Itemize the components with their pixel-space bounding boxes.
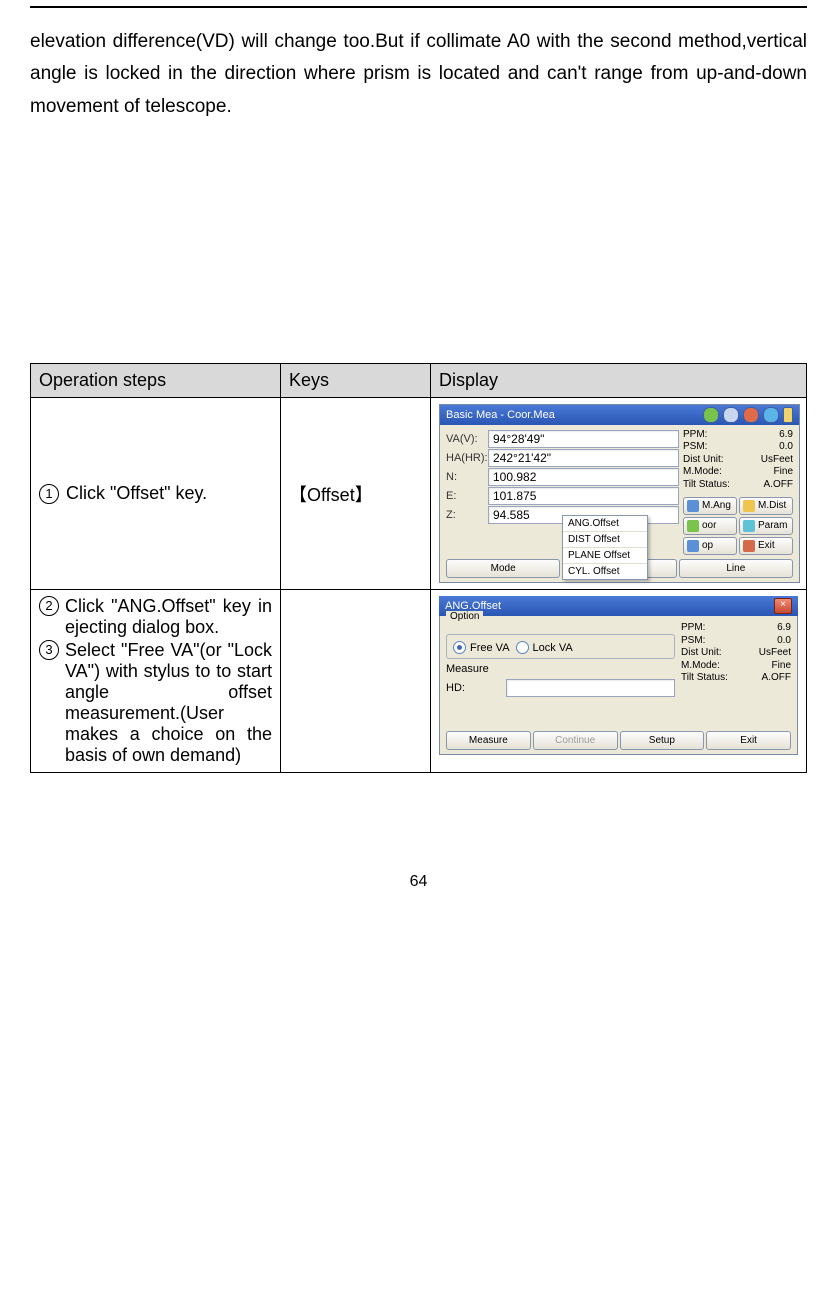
dialog-titlebar: ANG.Offset × [439,596,798,616]
mmode-value: Fine [774,466,793,479]
step2-num: 2 [39,596,59,616]
stats-panel: PPM: 6.9 PSM: 0.0 Dist Unit: UsFeet M.Mode:… [681,622,791,685]
tiltstatus-value: A.OFF [764,479,793,492]
step3-num: 3 [39,640,59,660]
param-button[interactable]: Param [739,517,793,535]
measure-button[interactable]: Measure [446,731,531,750]
lock-va-radio[interactable]: Lock VA [516,641,573,654]
row1-keys: 【Offset】 [281,397,431,590]
measure-label: Measure [446,663,500,675]
step3-text: Select "Free VA"(or "Lock VA") with styl… [65,640,272,766]
col-header-op: Operation steps [31,363,281,397]
hahr-value: 242°21'42" [488,449,679,467]
psm-value: 0.0 [779,441,793,454]
step1-text: Click "Offset" key. [66,483,207,503]
option-group-title: Option [446,611,483,622]
tiltstatus-label: Tilt Status: [681,672,728,685]
offset-menu-plane[interactable]: PLANE Offset [563,547,647,563]
col-header-keys: Keys [281,363,431,397]
tiltstatus-label: Tilt Status: [683,479,730,492]
mdist-button[interactable]: M.Dist [739,497,793,515]
mode-tab[interactable]: Mode [446,559,560,578]
e-value: 101.875 [488,487,679,505]
psm-label: PSM: [681,635,705,648]
op-button[interactable]: op [683,537,737,555]
stats-panel: PPM: 6.9 PSM: 0.0 Dist Unit: UsFeet M.Mode:… [683,429,793,556]
coor-mea-window: Basic Mea - Coor.Mea VA(V): [439,404,800,584]
titlebar-icon [743,407,759,423]
distunit-value: UsFeet [759,647,791,660]
titlebar-icon [723,407,739,423]
step2-text: Click "ANG.Offset" key in ejecting dialo… [65,596,272,638]
page-rule [30,6,807,8]
page-number: 64 [30,873,807,891]
row2-keys [281,590,431,773]
mang-button[interactable]: M.Ang [683,497,737,515]
bluetooth-icon [763,407,779,423]
continue-button: Continue [533,731,618,750]
ang-offset-dialog: ANG.Offset × Option Free VA [439,596,798,755]
offset-menu-cyl[interactable]: CYL. Offset [563,563,647,579]
row1-display: Basic Mea - Coor.Mea VA(V): [431,397,807,590]
col-header-display: Display [431,363,807,397]
close-icon[interactable]: × [774,598,792,614]
window-titlebar: Basic Mea - Coor.Mea [440,405,799,425]
psm-value: 0.0 [777,635,791,648]
tiltstatus-value: A.OFF [762,672,791,685]
offset-menu-ang[interactable]: ANG.Offset [563,516,647,531]
operation-table: Operation steps Keys Display 1 Click "Of… [30,363,807,774]
hd-value [506,679,675,697]
battery-icon [783,407,793,423]
distunit-label: Dist Unit: [681,647,722,660]
line-tab[interactable]: Line [679,559,793,578]
n-value: 100.982 [488,468,679,486]
bottom-tabs: Mode OCC PT Line ANG.Offset DIST Offset … [440,557,799,582]
ppm-value: 6.9 [777,622,791,635]
titlebar-icon [703,407,719,423]
row2-display: ANG.Offset × Option Free VA [431,590,807,773]
exit-button[interactable]: Exit [739,537,793,555]
free-va-radio[interactable]: Free VA [453,641,510,654]
radio-icon [453,641,466,654]
ppm-label: PPM: [683,429,707,442]
vav-value: 94°28'49" [488,430,679,448]
vav-label: VA(V): [446,433,488,445]
mmode-label: M.Mode: [681,660,720,673]
step1-num: 1 [39,484,59,504]
ppm-value: 6.9 [779,429,793,442]
window-title: Basic Mea - Coor.Mea [446,409,555,421]
distunit-value: UsFeet [761,454,793,467]
step2-3-cell: 2 Click "ANG.Offset" key in ejecting dia… [31,590,281,773]
mmode-label: M.Mode: [683,466,722,479]
option-group: Free VA Lock VA [446,634,675,659]
exit-button[interactable]: Exit [706,731,791,750]
radio-icon [516,641,529,654]
ppm-label: PPM: [681,622,705,635]
body-paragraph: elevation difference(VD) will change too… [30,26,807,123]
z-label: Z: [446,509,488,521]
distunit-label: Dist Unit: [683,454,724,467]
e-label: E: [446,490,488,502]
dialog-bottom-tabs: Measure Continue Setup Exit [446,731,791,750]
offset-menu-dist[interactable]: DIST Offset [563,531,647,547]
coor-button[interactable]: oor [683,517,737,535]
psm-label: PSM: [683,441,707,454]
setup-button[interactable]: Setup [620,731,705,750]
n-label: N: [446,471,488,483]
step1-cell: 1 Click "Offset" key. [31,397,281,590]
mmode-value: Fine [772,660,791,673]
hd-label: HD: [446,682,500,694]
hahr-label: HA(HR): [446,452,488,464]
offset-menu: ANG.Offset DIST Offset PLANE Offset CYL.… [562,515,648,580]
